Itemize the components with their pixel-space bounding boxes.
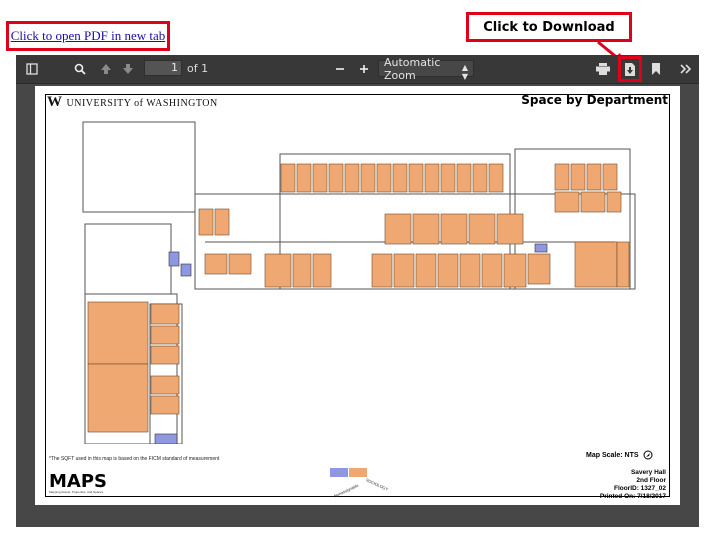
map-scale: Map Scale: NTS	[586, 450, 653, 460]
building-info: Savery Hall 2nd Floor FloorID: 1327_02 P…	[600, 469, 666, 501]
pdf-page: W UNIVERSITY of WASHINGTON Space by Depar…	[35, 86, 680, 505]
tools-icon[interactable]	[676, 60, 696, 78]
download-highlight	[618, 56, 642, 82]
map-scale-label: Map Scale: NTS	[586, 451, 639, 459]
floor-id: FloorID: 1327_02	[613, 485, 666, 492]
page-number-input[interactable]: 1	[144, 60, 182, 76]
footnote: *The SQFT used in this map is based on t…	[49, 456, 220, 462]
uw-logo-mark: W	[47, 94, 63, 110]
uw-logo-text: UNIVERSITY of WASHINGTON	[66, 98, 218, 109]
pdf-viewer: 1 of 1 Automatic Zoom ▲ ▼ W UNIVERSITY of …	[16, 55, 699, 527]
zoom-select-value: Automatic Zoom	[384, 55, 441, 82]
search-icon[interactable]	[70, 60, 90, 78]
next-page-icon[interactable]	[118, 60, 138, 78]
legend-swatch-nonassignable	[330, 468, 348, 477]
floor-plan	[82, 121, 636, 444]
zoom-in-icon[interactable]	[354, 60, 374, 78]
floor-label: 2nd Floor	[636, 477, 666, 484]
zoom-select[interactable]: Automatic Zoom ▲ ▼	[378, 56, 474, 82]
legend-swatch-sociology	[349, 468, 367, 477]
chevron-updown-icon: ▲ ▼	[461, 63, 468, 81]
zoom-out-icon[interactable]	[330, 60, 350, 78]
viewer-toolbar: 1 of 1 Automatic Zoom ▲ ▼	[16, 55, 699, 84]
sidebar-toggle-icon[interactable]	[22, 60, 42, 78]
maps-subtitle: Mapping Assets, Properties, and Spaces	[49, 490, 104, 494]
printed-on: Printed On: 7/18/2017	[599, 493, 666, 500]
maps-logo: MAPS	[49, 471, 107, 492]
bookmark-icon[interactable]	[646, 60, 666, 78]
prev-page-icon[interactable]	[96, 60, 116, 78]
uw-logo: W UNIVERSITY of WASHINGTON	[47, 94, 218, 111]
page-count-label: of 1	[187, 62, 209, 75]
print-icon[interactable]	[593, 60, 613, 78]
north-arrow-icon	[643, 450, 653, 460]
page-title: Space by Department	[521, 93, 668, 107]
building-name: Savery Hall	[630, 469, 666, 476]
